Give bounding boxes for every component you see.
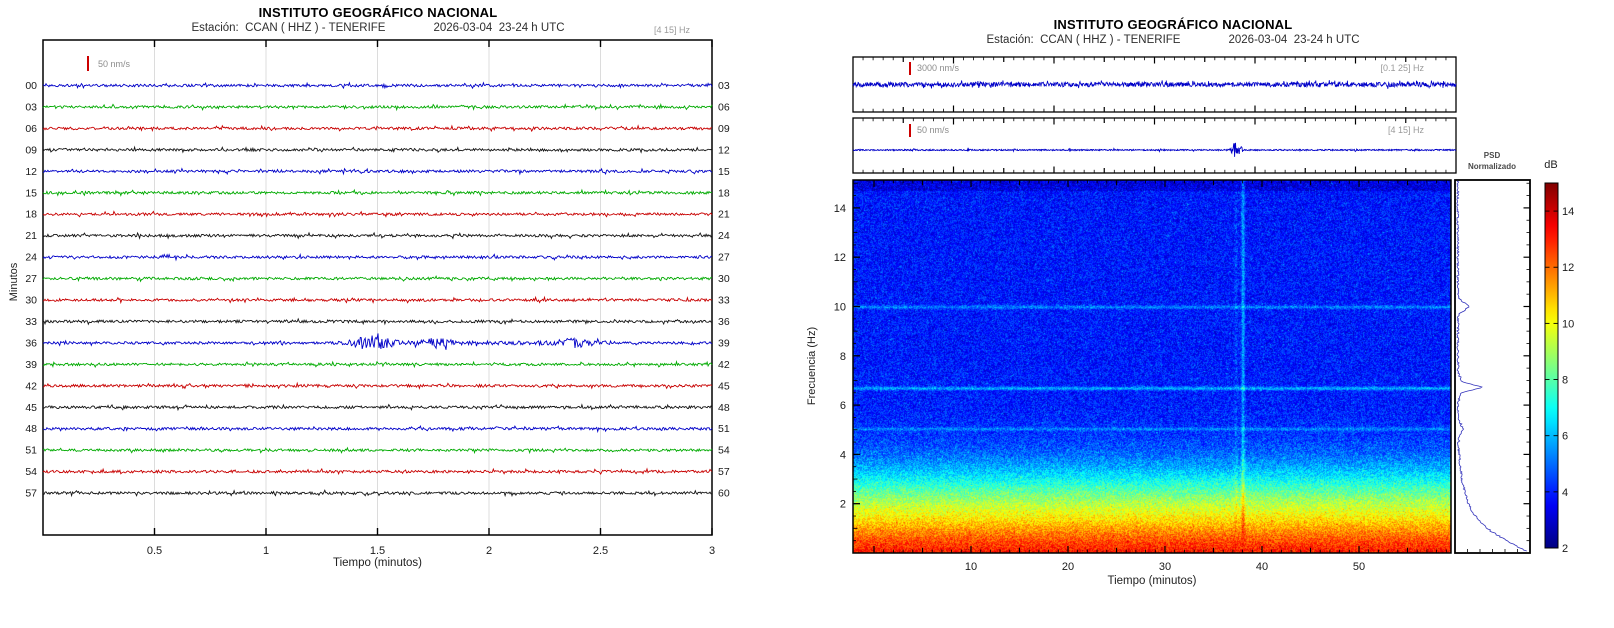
svg-text:1: 1 bbox=[263, 545, 269, 557]
svg-text:48: 48 bbox=[718, 402, 730, 414]
strip1-filter-band-label: [0.1 25] Hz bbox=[1294, 63, 1424, 73]
svg-text:10: 10 bbox=[1562, 318, 1574, 330]
svg-text:51: 51 bbox=[718, 423, 730, 435]
svg-text:42: 42 bbox=[25, 380, 37, 392]
svg-text:42: 42 bbox=[718, 359, 730, 371]
svg-text:00: 00 bbox=[25, 80, 37, 92]
left-scale-label: 50 nm/s bbox=[98, 59, 130, 69]
svg-text:30: 30 bbox=[1159, 561, 1171, 573]
svg-text:57: 57 bbox=[25, 488, 37, 500]
psd-title-line2: Normalizado bbox=[1452, 161, 1532, 172]
spectrogram-axes: 10 20 30 40 50 2 4 6 8 10 12 14 bbox=[834, 180, 1451, 573]
svg-text:12: 12 bbox=[718, 144, 730, 156]
psd-title-line1: PSD bbox=[1452, 150, 1532, 161]
strip2-scale-label: 50 nm/s bbox=[917, 125, 949, 135]
svg-text:36: 36 bbox=[25, 337, 37, 349]
svg-text:12: 12 bbox=[834, 252, 846, 264]
left-datetime-label: 2026-03-04 23-24 h UTC bbox=[433, 22, 564, 34]
svg-text:30: 30 bbox=[718, 273, 730, 285]
svg-text:03: 03 bbox=[718, 80, 730, 92]
svg-text:27: 27 bbox=[25, 273, 37, 285]
svg-text:39: 39 bbox=[25, 359, 37, 371]
strip2-trace bbox=[853, 143, 1456, 157]
helicorder-plot: 0.511.522.530003030606090912121515181821… bbox=[25, 40, 730, 557]
svg-text:8: 8 bbox=[1562, 375, 1568, 387]
svg-text:0.5: 0.5 bbox=[147, 545, 162, 557]
svg-text:27: 27 bbox=[718, 252, 730, 264]
strip1-trace bbox=[853, 80, 1456, 89]
svg-text:60: 60 bbox=[718, 488, 730, 500]
svg-text:20: 20 bbox=[1062, 561, 1074, 573]
svg-text:21: 21 bbox=[25, 230, 37, 242]
svg-text:36: 36 bbox=[718, 316, 730, 328]
left-scale-bar-icon bbox=[87, 56, 89, 71]
svg-text:6: 6 bbox=[1562, 431, 1568, 443]
svg-text:24: 24 bbox=[718, 230, 730, 242]
svg-text:09: 09 bbox=[718, 123, 730, 135]
strip-traces bbox=[853, 57, 1456, 173]
right-panel-subtitle: Estación: CCAN ( HHZ ) - TENERIFE 2026-0… bbox=[853, 34, 1493, 46]
svg-text:8: 8 bbox=[840, 351, 846, 363]
svg-text:15: 15 bbox=[718, 166, 730, 178]
seismic-monitor-screenshot: 0.511.522.530003030606090912121515181821… bbox=[0, 0, 1614, 628]
svg-text:10: 10 bbox=[965, 561, 977, 573]
svg-text:21: 21 bbox=[718, 209, 730, 221]
svg-text:14: 14 bbox=[1562, 206, 1574, 218]
svg-text:54: 54 bbox=[25, 466, 37, 478]
left-panel-title: INSTITUTO GEOGRÁFICO NACIONAL bbox=[0, 5, 756, 20]
colorbar-unit-label: dB bbox=[1536, 159, 1566, 171]
psd-panel bbox=[1455, 180, 1530, 553]
svg-text:4: 4 bbox=[840, 449, 846, 461]
svg-text:18: 18 bbox=[718, 187, 730, 199]
svg-text:48: 48 bbox=[25, 423, 37, 435]
strip2-filter-band-label: [4 15] Hz bbox=[1294, 125, 1424, 135]
right-station-label: Estación: CCAN ( HHZ ) - TENERIFE bbox=[986, 34, 1180, 46]
svg-text:2: 2 bbox=[1562, 543, 1568, 555]
svg-text:51: 51 bbox=[25, 445, 37, 457]
svg-text:06: 06 bbox=[25, 123, 37, 135]
svg-text:18: 18 bbox=[25, 209, 37, 221]
svg-text:50: 50 bbox=[1353, 561, 1365, 573]
svg-text:45: 45 bbox=[718, 380, 730, 392]
colorbar: 2 4 6 8 10 12 14 bbox=[1545, 183, 1574, 555]
psd-panel-title: PSD Normalizado bbox=[1452, 150, 1532, 172]
right-xlabel: Tiempo (minutos) bbox=[853, 575, 1451, 587]
svg-text:14: 14 bbox=[834, 203, 846, 215]
svg-text:54: 54 bbox=[718, 445, 730, 457]
svg-text:33: 33 bbox=[25, 316, 37, 328]
strip1-scale-bar-icon bbox=[909, 62, 911, 75]
svg-text:2.5: 2.5 bbox=[593, 545, 608, 557]
strip1-scale-label: 3000 nm/s bbox=[917, 63, 959, 73]
svg-text:33: 33 bbox=[718, 295, 730, 307]
plots-overlay-svg: 0.511.522.530003030606090912121515181821… bbox=[0, 0, 1614, 628]
svg-text:1.5: 1.5 bbox=[370, 545, 385, 557]
svg-text:2: 2 bbox=[840, 499, 846, 511]
left-ylabel: Minutos bbox=[8, 263, 20, 302]
strip2-scale-bar-icon bbox=[909, 124, 911, 137]
svg-text:15: 15 bbox=[25, 187, 37, 199]
right-panel-title: INSTITUTO GEOGRÁFICO NACIONAL bbox=[853, 17, 1493, 32]
svg-text:3: 3 bbox=[709, 545, 715, 557]
svg-text:4: 4 bbox=[1562, 487, 1568, 499]
left-filter-band-label: [4 15] Hz bbox=[560, 25, 690, 35]
svg-text:2: 2 bbox=[486, 545, 492, 557]
left-station-label: Estación: CCAN ( HHZ ) - TENERIFE bbox=[191, 22, 385, 34]
svg-text:40: 40 bbox=[1256, 561, 1268, 573]
svg-text:06: 06 bbox=[718, 101, 730, 113]
svg-text:30: 30 bbox=[25, 295, 37, 307]
svg-text:6: 6 bbox=[840, 400, 846, 412]
svg-text:12: 12 bbox=[25, 166, 37, 178]
svg-text:39: 39 bbox=[718, 337, 730, 349]
svg-text:03: 03 bbox=[25, 101, 37, 113]
svg-text:57: 57 bbox=[718, 466, 730, 478]
svg-text:10: 10 bbox=[834, 302, 846, 314]
svg-text:09: 09 bbox=[25, 144, 37, 156]
svg-text:24: 24 bbox=[25, 252, 37, 264]
right-ylabel: Frecuencia (Hz) bbox=[806, 327, 818, 405]
left-xlabel: Tiempo (minutos) bbox=[43, 557, 712, 569]
svg-text:12: 12 bbox=[1562, 262, 1574, 274]
right-datetime-label: 2026-03-04 23-24 h UTC bbox=[1228, 34, 1359, 46]
svg-text:45: 45 bbox=[25, 402, 37, 414]
